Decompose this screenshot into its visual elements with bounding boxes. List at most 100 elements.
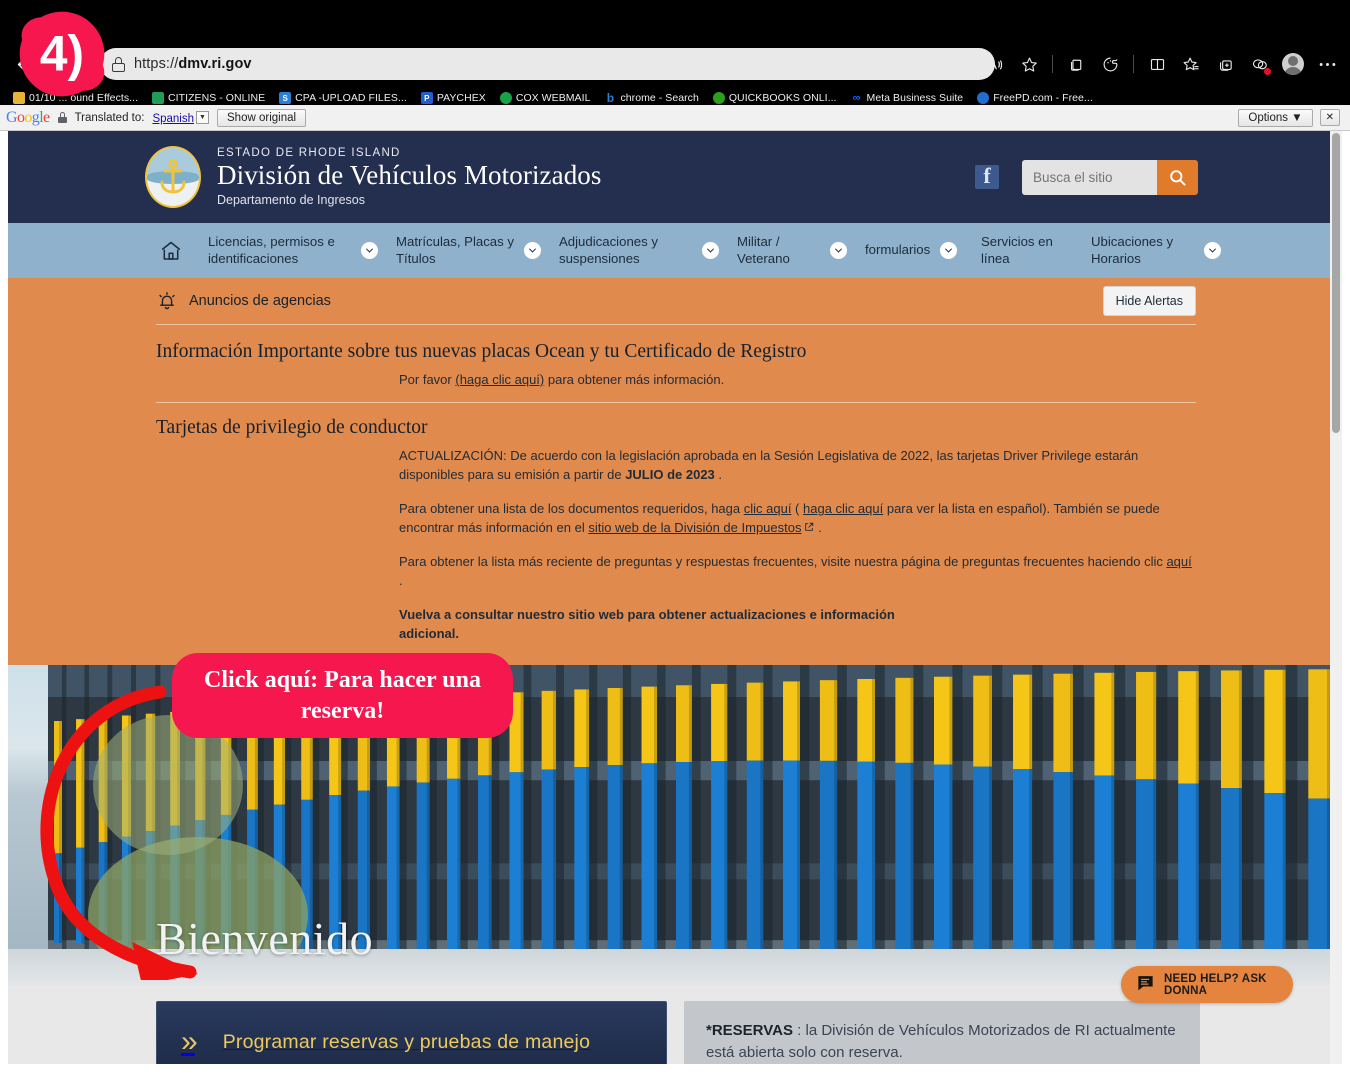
site-favicon-icon: ∞ [852, 92, 861, 104]
july-2023-bold: JULIO de 2023 [625, 466, 715, 482]
profile-avatar-icon[interactable] [1278, 49, 1308, 79]
main-navigation: Licencias, permisos e identificaciones M… [8, 223, 1334, 278]
reservas-notice-box: *RESERVAS : la División de Vehículos Mot… [684, 1001, 1200, 1064]
translate-bar-right: Options ▼ ✕ [1238, 108, 1344, 127]
read-aloud-icon[interactable] [980, 49, 1010, 79]
address-bar[interactable]: https://dmv.ri.gov [100, 48, 995, 80]
alert-item-placas: Información Importante sobre tus nuevas … [156, 341, 1196, 389]
chevron-down-icon: ▼ [1291, 111, 1303, 124]
division-impuestos-link[interactable]: sitio web de la División de Impuestos [588, 520, 801, 535]
lock-icon [57, 112, 67, 123]
browser-essentials-icon[interactable] [1095, 49, 1125, 79]
site-title-block: ESTADO DE RHODE ISLAND División de Vehíc… [217, 147, 602, 208]
bookmark-label: CPA -UPLOAD FILES... [295, 92, 407, 104]
site-subtitle: Departamento de Ingresos [217, 193, 366, 208]
haga-clic-aqui-espanol-link[interactable]: haga clic aquí [803, 501, 883, 516]
options-button[interactable]: Options ▼ [1238, 108, 1313, 127]
favorite-star-icon[interactable] [1014, 49, 1044, 79]
site-favicon-icon: S [279, 92, 292, 104]
nav-item-label: Matrículas, Placas y Títulos [396, 234, 514, 266]
external-link-icon [804, 519, 814, 537]
page-bottom-edge [0, 1064, 1350, 1080]
home-icon[interactable] [156, 239, 186, 263]
toolbar-divider [1052, 55, 1053, 73]
translated-to-label: Translated to: [74, 111, 145, 124]
settings-more-icon[interactable] [1312, 49, 1342, 79]
alert-heading: Tarjetas de privilegio de conductor [156, 417, 428, 439]
nav-item-label: Licencias, permisos e identificaciones [208, 234, 335, 266]
bookmark-label: chrome - Search [620, 92, 699, 104]
facebook-icon[interactable] [975, 163, 999, 189]
collections-add-icon[interactable] [1210, 49, 1240, 79]
site-favicon-icon [977, 92, 990, 104]
browser-action-icons [980, 48, 1342, 80]
chevron-down-icon[interactable] [702, 242, 719, 259]
clic-aqui-link[interactable]: clic aquí [744, 501, 792, 516]
copilot-icon[interactable] [1244, 49, 1274, 79]
screenshot-root: https://dmv.ri.gov 01/10 ... ound Effect… [0, 0, 1350, 1080]
site-eyebrow: ESTADO DE RHODE ISLAND [217, 146, 401, 159]
site-favicon-icon [499, 92, 512, 104]
scrollbar-thumb[interactable] [1332, 133, 1340, 433]
hide-alerts-button[interactable]: Hide Alertas [1102, 286, 1196, 316]
nav-item-ubicaciones[interactable]: Ubicaciones y Horarios [1091, 234, 1221, 266]
donna-label: NEED HELP? ASK DONNA [1164, 972, 1267, 997]
nav-item-label: Ubicaciones y Horarios [1091, 234, 1174, 266]
bookmark-label: CITIZENS - ONLINE [168, 92, 266, 104]
alerts-divider [156, 324, 1196, 325]
url-text: https://dmv.ri.gov [134, 56, 252, 72]
alert-paragraph: ACTUALIZACIÓN: De acuerdo con la legisla… [399, 448, 1139, 482]
alert-body: Por favor (haga clic aquí) para obtener … [399, 371, 1196, 389]
rhode-island-anchor-seal-icon [145, 146, 201, 208]
nav-item-adjudicaciones[interactable]: Adjudicaciones y suspensiones [559, 234, 719, 266]
alerts-divider-2 [156, 402, 1196, 404]
google-translate-bar: Google Translated to: Spanish ▼ Show orig… [0, 105, 1350, 131]
svg-text:4): 4) [40, 26, 84, 82]
annotation-callout: Click aquí: Para hacer una reserva! [172, 653, 513, 739]
language-value: Spanish [152, 112, 195, 125]
nav-item-militar[interactable]: Militar / Veterano [737, 234, 847, 266]
chevron-down-icon[interactable] [940, 242, 958, 259]
nav-item-formularios[interactable]: formularios [865, 242, 963, 259]
site-favicon-icon [152, 92, 165, 104]
site-search [1022, 159, 1198, 195]
add-favorite-icon[interactable] [1176, 49, 1206, 79]
page-scrollbar[interactable] [1330, 131, 1342, 1064]
toolbar-divider-2 [1133, 55, 1134, 73]
show-original-button[interactable]: Show original [217, 108, 307, 127]
site-favicon-icon: b [606, 91, 615, 105]
chevron-down-icon[interactable] [1204, 242, 1221, 259]
annotation-step-badge: 4) [19, 11, 105, 97]
alert-paragraph: Para obtener una lista de los documentos… [399, 500, 1196, 537]
bell-alert-icon [156, 290, 178, 312]
search-input[interactable] [1022, 159, 1157, 195]
split-screen-icon[interactable] [1142, 49, 1172, 79]
callout-line-1: Click aquí: Para hacer una [204, 667, 481, 693]
close-icon[interactable]: ✕ [1319, 109, 1340, 126]
collections-icon[interactable] [1061, 49, 1091, 79]
haga-clic-aqui-link[interactable]: (haga clic aquí) [455, 372, 544, 387]
alert-paragraph: Por favor (haga clic aquí) para obtener … [399, 372, 725, 387]
alerts-header: Anuncios de agencias Hide Alertas [156, 278, 1196, 324]
nav-item-label: Militar / Veterano [737, 234, 790, 266]
nav-item-servicios-en-linea[interactable]: Servicios en línea [981, 234, 1073, 266]
chevron-down-icon[interactable] [524, 242, 541, 259]
dropdown-caret-icon: ▼ [196, 110, 210, 124]
nav-item-label: Servicios en línea [981, 234, 1053, 266]
chevron-down-icon[interactable] [361, 242, 378, 259]
agency-alerts-panel: Anuncios de agencias Hide Alertas Inform… [8, 278, 1334, 666]
site-header: ESTADO DE RHODE ISLAND División de Vehíc… [8, 131, 1334, 223]
need-help-ask-donna-button[interactable]: NEED HELP? ASK DONNA [1121, 966, 1293, 1003]
bookmark-label: PAYCHEX [436, 92, 486, 104]
lock-icon [112, 56, 125, 72]
alert-body: ACTUALIZACIÓN: De acuerdo con la legisla… [399, 447, 1196, 643]
cta-button-label: Programar reservas y pruebas de manejo [222, 1030, 591, 1053]
language-select[interactable]: Spanish ▼ [152, 109, 210, 127]
bookmark-label: FreePD.com - Free... [993, 92, 1093, 104]
nav-item-licencias[interactable]: Licencias, permisos e identificaciones [208, 234, 378, 266]
programar-reservas-button[interactable]: » Programar reservas y pruebas de manejo [156, 1001, 667, 1064]
aqui-link[interactable]: aquí [1166, 554, 1191, 569]
search-button[interactable] [1157, 159, 1198, 195]
nav-item-matriculas[interactable]: Matrículas, Placas y Títulos [396, 234, 541, 266]
chevron-down-icon[interactable] [830, 242, 847, 259]
